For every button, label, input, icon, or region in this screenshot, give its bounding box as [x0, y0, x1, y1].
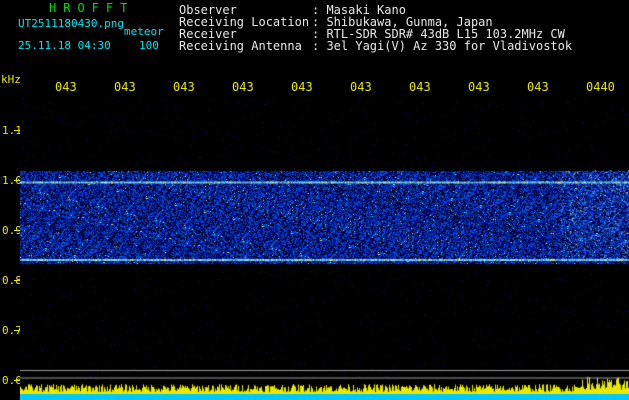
- x-tick-label: 043: [468, 81, 490, 93]
- count-label: 100: [139, 39, 159, 52]
- datetime-label: 25.11.18 04:30: [18, 39, 111, 52]
- antenna-value: : 3el Yagi(V) Az 330 for Vladivostok: [312, 39, 573, 53]
- spectrogram-plot: [20, 98, 629, 400]
- antenna-label: Receiving Antenna: [179, 39, 302, 53]
- x-tick-label: 043: [114, 81, 136, 93]
- filename-label: UT2511180430.png: [18, 17, 124, 30]
- x-tick-label: 0440: [586, 81, 615, 93]
- x-tick-label: 043: [173, 81, 195, 93]
- x-tick-label: 043: [527, 81, 549, 93]
- x-tick-label: 043: [350, 81, 372, 93]
- x-tick-label: 043: [232, 81, 254, 93]
- brand-title: HROFFT: [49, 1, 135, 15]
- y-axis-unit: kHz: [1, 73, 21, 86]
- x-tick-label: 043: [291, 81, 313, 93]
- x-tick-label: 043: [55, 81, 77, 93]
- x-tick-label: 043: [409, 81, 431, 93]
- mode-label: meteor: [124, 25, 164, 38]
